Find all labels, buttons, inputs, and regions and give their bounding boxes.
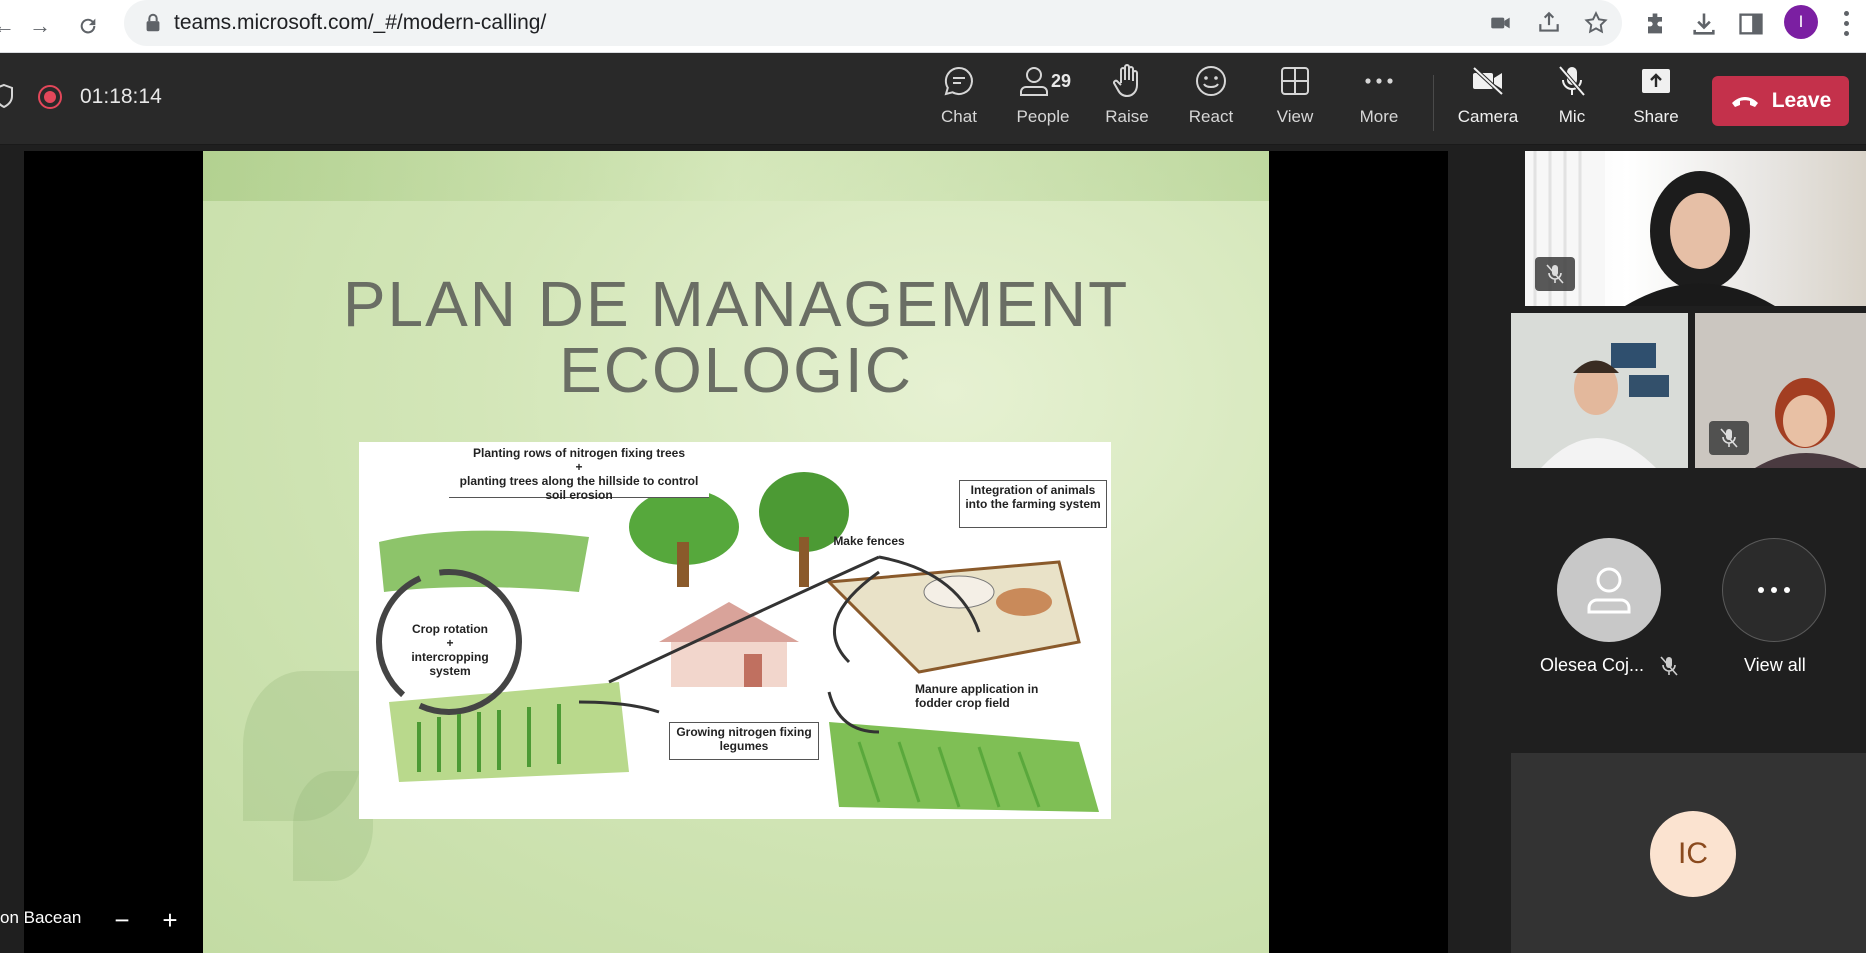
participant-video-tile[interactable] bbox=[1525, 151, 1866, 306]
more-button[interactable]: More bbox=[1339, 63, 1419, 139]
url-text: teams.microsoft.com/_#/modern-calling/ bbox=[174, 11, 547, 34]
back-icon[interactable]: ← bbox=[0, 8, 22, 44]
hang-up-icon bbox=[1731, 97, 1758, 107]
shield-icon bbox=[0, 83, 13, 109]
diagram-label-crop-rotation: Crop rotation + intercropping system bbox=[395, 622, 505, 678]
slide-title: PLAN DE MANAGEMENT ECOLOGIC bbox=[203, 271, 1269, 403]
leave-button[interactable]: Leave bbox=[1712, 76, 1849, 126]
camera-blocked-icon[interactable] bbox=[1488, 10, 1514, 36]
share-button[interactable]: Share bbox=[1616, 63, 1696, 139]
toolbar-divider bbox=[1433, 75, 1434, 131]
side-panel-icon[interactable] bbox=[1737, 10, 1765, 38]
bookmark-star-icon[interactable] bbox=[1583, 10, 1609, 36]
profile-avatar[interactable]: I bbox=[1784, 5, 1818, 39]
diagram-trees-line1: Planting rows of nitrogen fixing trees bbox=[472, 446, 685, 460]
slide-decoration bbox=[203, 151, 1269, 201]
chat-label: Chat bbox=[941, 107, 977, 126]
camera-button[interactable]: Camera bbox=[1448, 63, 1528, 139]
diagram-label-animals: Integration of animals into the farming … bbox=[959, 480, 1107, 528]
react-label: React bbox=[1188, 107, 1234, 126]
view-all-button[interactable] bbox=[1722, 538, 1826, 642]
agroforestry-diagram: Planting rows of nitrogen fixing trees +… bbox=[359, 442, 1111, 819]
mic-label: Mic bbox=[1558, 107, 1586, 126]
extensions-icon[interactable] bbox=[1641, 10, 1669, 38]
diagram-crop-plus: + bbox=[446, 636, 454, 650]
presentation-slide: PLAN DE MANAGEMENT ECOLOGIC Planting row… bbox=[203, 151, 1269, 953]
diagram-trees-line3: soil erosion bbox=[545, 488, 613, 502]
share-label: Share bbox=[1633, 107, 1679, 126]
participant-initials-avatar: IC bbox=[1650, 811, 1736, 897]
participant-avatar[interactable] bbox=[1557, 538, 1661, 642]
participant-video bbox=[1525, 151, 1775, 306]
share-page-icon[interactable] bbox=[1536, 10, 1562, 36]
grid-view-icon bbox=[1277, 63, 1313, 99]
raise-hand-button[interactable]: Raise bbox=[1087, 63, 1167, 139]
recording-icon bbox=[38, 85, 62, 109]
participant-name: Olesea Coj... bbox=[1540, 655, 1645, 675]
participant-video-tile-active[interactable] bbox=[1511, 313, 1688, 468]
leave-label: Leave bbox=[1771, 89, 1832, 112]
diagram-label-trees: Planting rows of nitrogen fixing trees +… bbox=[449, 444, 709, 502]
muted-badge bbox=[1709, 421, 1749, 455]
address-bar[interactable]: teams.microsoft.com/_#/modern-calling/ bbox=[124, 0, 1622, 46]
browser-menu-icon[interactable] bbox=[1836, 8, 1856, 38]
view-button[interactable]: View bbox=[1255, 63, 1335, 139]
participant-video bbox=[1511, 313, 1688, 468]
view-all-label: View all bbox=[1744, 655, 1806, 675]
people-button[interactable]: 29 People bbox=[1003, 63, 1083, 139]
people-icon bbox=[1016, 63, 1052, 99]
people-label: People bbox=[1016, 107, 1070, 126]
camera-label: Camera bbox=[1457, 107, 1519, 126]
diagram-trees-line2: planting trees along the hillside to con… bbox=[459, 474, 699, 488]
diagram-trees-plus: + bbox=[575, 460, 583, 474]
participant-video-tile[interactable] bbox=[1695, 313, 1866, 468]
diagram-crop-line2: intercropping bbox=[411, 650, 489, 664]
view-label: View bbox=[1276, 107, 1314, 126]
meeting-toolbar: 01:18:14 Chat 29 People Raise React View bbox=[0, 53, 1866, 145]
more-dots-icon bbox=[1758, 587, 1790, 593]
slide-title-line2: ECOLOGIC bbox=[559, 334, 913, 406]
lock-icon bbox=[146, 13, 160, 32]
chat-button[interactable]: Chat bbox=[919, 63, 999, 139]
chat-icon bbox=[941, 63, 977, 99]
camera-off-icon bbox=[1470, 63, 1506, 99]
zoom-in-button[interactable]: + bbox=[156, 907, 184, 935]
react-button[interactable]: React bbox=[1171, 63, 1251, 139]
mic-off-icon bbox=[1660, 656, 1678, 676]
diagram-label-legumes: Growing nitrogen fixing legumes bbox=[669, 722, 819, 760]
zoom-out-button[interactable]: − bbox=[108, 907, 136, 935]
browser-toolbar: ← → teams.microsoft.com/_#/modern-callin… bbox=[0, 0, 1866, 53]
smiley-icon bbox=[1193, 63, 1229, 99]
hand-icon bbox=[1109, 63, 1145, 99]
mic-off-icon bbox=[1546, 264, 1564, 284]
presenter-name: on Bacean bbox=[0, 908, 82, 927]
muted-badge bbox=[1535, 257, 1575, 291]
reload-icon[interactable] bbox=[70, 8, 106, 44]
mic-off-icon bbox=[1720, 428, 1738, 448]
more-dots-icon bbox=[1361, 63, 1397, 99]
download-icon[interactable] bbox=[1690, 10, 1718, 38]
slide-title-line1: PLAN DE MANAGEMENT bbox=[342, 268, 1130, 340]
diagram-crop-line1: Crop rotation bbox=[412, 622, 488, 636]
mic-button[interactable]: Mic bbox=[1532, 63, 1612, 139]
diagram-crop-line3: system bbox=[429, 664, 471, 678]
meeting-timer: 01:18:14 bbox=[80, 85, 162, 108]
diagram-label-fences: Make fences bbox=[833, 534, 905, 548]
mic-off-icon bbox=[1554, 63, 1590, 99]
more-label: More bbox=[1359, 107, 1399, 126]
raise-label: Raise bbox=[1105, 107, 1149, 126]
diagram-label-manure: Manure application in fodder crop field bbox=[915, 682, 1039, 710]
people-count: 29 bbox=[1051, 71, 1072, 91]
person-icon bbox=[1587, 567, 1631, 614]
share-screen-icon bbox=[1638, 63, 1674, 99]
forward-icon[interactable]: → bbox=[22, 8, 58, 44]
